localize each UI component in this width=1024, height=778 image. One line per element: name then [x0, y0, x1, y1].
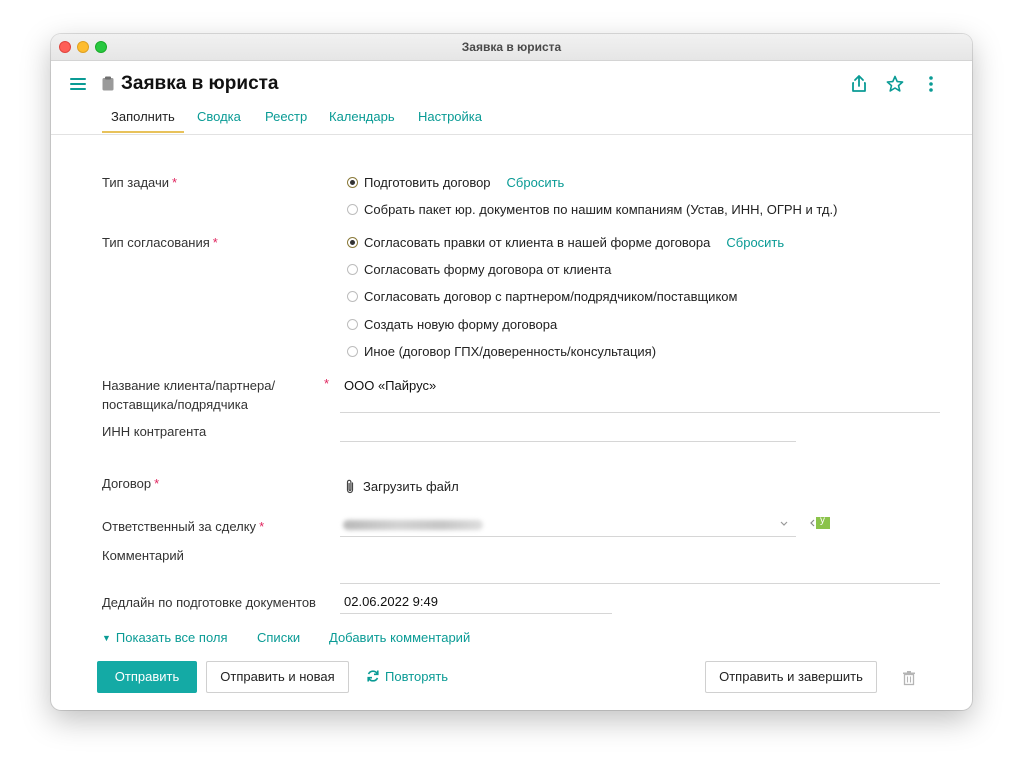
radio-unchecked[interactable]: [347, 346, 358, 357]
show-all-fields-link[interactable]: ▼ Показать все поля: [102, 630, 228, 645]
radio-unchecked[interactable]: [347, 319, 358, 330]
required-mark: *: [324, 376, 330, 391]
task-type-reset-link[interactable]: Сбросить: [507, 175, 565, 190]
radio-checked[interactable]: [347, 237, 358, 248]
add-comment-link[interactable]: Добавить комментарий: [329, 630, 470, 645]
approval-option-4[interactable]: Создать новую форму договора: [347, 317, 557, 335]
radio-checked[interactable]: [347, 177, 358, 188]
refresh-icon: [367, 670, 379, 682]
client-name-label: Название клиента/партнера/ поставщика/по…: [102, 378, 276, 412]
request-form: Тип задачи * Подготовить договор Сбросить …: [51, 135, 972, 710]
repeat-button[interactable]: Повторять: [366, 669, 448, 684]
responsible-select-value[interactable]: [343, 520, 483, 530]
app-window: Заявка в юриста Заявка в юриста Заполнит…: [51, 34, 972, 710]
hamburger-menu-icon[interactable]: [70, 77, 88, 91]
star-icon[interactable]: [884, 73, 906, 95]
tab-registry[interactable]: Реестр: [265, 109, 307, 124]
task-type-option-collect[interactable]: Собрать пакет юр. документов по нашим ко…: [347, 202, 837, 220]
page-title: Заявка в юриста: [121, 73, 279, 94]
responsible-badge: y: [820, 515, 825, 526]
approval-type-reset-link[interactable]: Сбросить: [726, 235, 784, 250]
paperclip-icon: [346, 479, 354, 494]
radio-unchecked[interactable]: [347, 264, 358, 275]
responsible-underline: [340, 536, 796, 537]
clipboard-icon: [102, 76, 114, 91]
client-name-underline: [340, 412, 940, 413]
triangle-down-icon: ▼: [102, 633, 111, 643]
client-name-input[interactable]: ООО «Пайрус»: [344, 378, 436, 393]
task-type-option-prepare[interactable]: Подготовить договор Сбросить: [347, 175, 564, 193]
radio-unchecked[interactable]: [347, 291, 358, 302]
window-titlebar: Заявка в юриста: [51, 34, 972, 61]
active-tab-indicator: [102, 131, 184, 133]
deadline-label: Дедлайн по подготовке документов: [102, 595, 316, 610]
approval-option-5[interactable]: Иное (договор ГПХ/доверенность/консульта…: [347, 344, 656, 362]
window-title: Заявка в юриста: [461, 40, 562, 54]
tab-settings[interactable]: Настройка: [418, 109, 482, 124]
contract-label: Договор *: [102, 476, 160, 491]
send-button[interactable]: Отправить: [97, 661, 197, 693]
inn-underline: [340, 441, 796, 442]
approval-type-label: Тип согласования *: [102, 235, 218, 250]
send-and-finish-button[interactable]: Отправить и завершить: [705, 661, 877, 693]
responsible-label: Ответственный за сделку *: [102, 519, 265, 534]
tab-summary[interactable]: Сводка: [197, 109, 241, 124]
chevron-down-icon[interactable]: [779, 518, 789, 528]
approval-option-2[interactable]: Согласовать форму договора от клиента: [347, 262, 611, 280]
radio-unchecked[interactable]: [347, 204, 358, 215]
app-header: Заявка в юриста Заполнить Сводка Реестр …: [51, 61, 972, 135]
task-type-label: Тип задачи *: [102, 175, 178, 190]
share-icon[interactable]: [848, 73, 870, 95]
comment-label: Комментарий: [102, 548, 184, 563]
comment-input[interactable]: [344, 560, 939, 580]
approval-option-1[interactable]: Согласовать правки от клиента в нашей фо…: [347, 235, 784, 253]
inn-input[interactable]: [344, 424, 794, 440]
trash-icon[interactable]: [902, 670, 916, 686]
upload-file-button[interactable]: Загрузить файл: [345, 479, 459, 494]
responsible-extra-icon[interactable]: y: [809, 515, 833, 531]
deadline-input[interactable]: 02.06.2022 9:49: [344, 594, 438, 609]
more-vertical-icon[interactable]: [920, 73, 942, 95]
inn-label: ИНН контрагента: [102, 424, 207, 439]
lists-link[interactable]: Списки: [257, 630, 300, 645]
comment-underline: [340, 583, 940, 584]
tab-calendar[interactable]: Календарь: [329, 109, 395, 124]
send-and-new-button[interactable]: Отправить и новая: [206, 661, 349, 693]
tab-fill[interactable]: Заполнить: [111, 109, 175, 124]
approval-option-3[interactable]: Согласовать договор с партнером/подрядчи…: [347, 289, 737, 307]
deadline-underline: [340, 613, 612, 614]
